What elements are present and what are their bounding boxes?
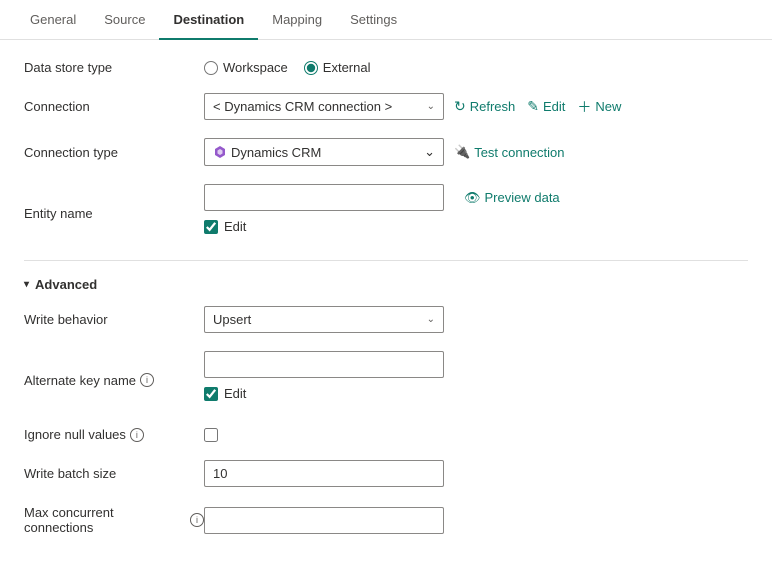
dynamics-crm-icon <box>213 145 227 159</box>
alternate-key-label: Alternate key name i <box>24 373 204 388</box>
test-connection-label: Test connection <box>474 145 564 160</box>
connection-controls: < Dynamics CRM connection > ⌄ ↻ Refresh … <box>204 93 748 120</box>
alternate-key-edit-checkbox[interactable] <box>204 387 218 401</box>
new-label: New <box>595 99 621 114</box>
test-connection-icon: 🔌 <box>454 144 470 160</box>
edit-icon: ✎ <box>527 98 539 115</box>
edit-label: Edit <box>543 99 565 114</box>
write-batch-size-input[interactable] <box>204 460 444 487</box>
ignore-null-row: Ignore null values i <box>24 427 748 442</box>
data-store-type-radio-group: Workspace External <box>204 60 371 75</box>
plus-icon: ＋ <box>577 97 591 117</box>
workspace-radio-item[interactable]: Workspace <box>204 60 288 75</box>
preview-data-label: Preview data <box>485 190 560 205</box>
entity-name-controls: 👁 Preview data Edit <box>204 184 748 242</box>
entity-name-input-row: 👁 Preview data <box>204 184 560 211</box>
connection-type-value: Dynamics CRM <box>231 145 321 160</box>
connection-type-controls: Dynamics CRM ⌄ 🔌 Test connection <box>204 138 748 166</box>
edit-connection-button[interactable]: ✎ Edit <box>527 98 565 115</box>
advanced-divider <box>24 260 748 261</box>
alternate-key-edit-row: Edit <box>204 386 246 401</box>
external-radio[interactable] <box>304 61 318 75</box>
data-store-type-label: Data store type <box>24 60 204 75</box>
alternate-key-edit-label: Edit <box>224 386 246 401</box>
max-concurrent-controls <box>204 507 748 534</box>
connection-type-row: Connection type Dynamics CRM ⌄ 🔌 Test co… <box>24 138 748 166</box>
advanced-section-header[interactable]: ▾ Advanced <box>24 277 748 292</box>
advanced-chevron-icon: ▾ <box>24 279 29 290</box>
alternate-key-row: Alternate key name i Edit <box>24 351 748 409</box>
tab-bar: General Source Destination Mapping Setti… <box>0 0 772 40</box>
ignore-null-info-icon[interactable]: i <box>130 428 144 442</box>
write-behavior-chevron-icon: ⌄ <box>427 314 435 325</box>
main-content: Data store type Workspace External Conne… <box>0 40 772 573</box>
write-behavior-value: Upsert <box>213 312 251 327</box>
tab-source[interactable]: Source <box>90 0 159 39</box>
connection-type-chevron-icon: ⌄ <box>424 144 435 160</box>
max-concurrent-label: Max concurrent connections i <box>24 505 204 535</box>
max-concurrent-info-icon[interactable]: i <box>190 513 204 527</box>
tab-general[interactable]: General <box>16 0 90 39</box>
entity-name-row: Entity name 👁 Preview data Edit <box>24 184 748 242</box>
write-behavior-row: Write behavior Upsert ⌄ <box>24 306 748 333</box>
alternate-key-controls: Edit <box>204 351 748 409</box>
refresh-label: Refresh <box>470 99 516 114</box>
ignore-null-controls <box>204 428 748 442</box>
entity-name-label: Entity name <box>24 206 204 221</box>
connection-chevron-icon: ⌄ <box>427 101 435 112</box>
entity-name-edit-row: Edit <box>204 219 246 234</box>
tab-mapping[interactable]: Mapping <box>258 0 336 39</box>
write-behavior-label: Write behavior <box>24 312 204 327</box>
entity-name-input[interactable] <box>204 184 444 211</box>
write-batch-size-row: Write batch size <box>24 460 748 487</box>
new-connection-button[interactable]: ＋ New <box>577 97 621 117</box>
data-store-type-row: Data store type Workspace External <box>24 60 748 75</box>
connection-row: Connection < Dynamics CRM connection > ⌄… <box>24 93 748 120</box>
alternate-key-info-icon[interactable]: i <box>140 373 154 387</box>
ignore-null-label: Ignore null values i <box>24 427 204 442</box>
workspace-radio[interactable] <box>204 61 218 75</box>
max-concurrent-row: Max concurrent connections i <box>24 505 748 535</box>
write-batch-size-controls <box>204 460 748 487</box>
connection-dropdown[interactable]: < Dynamics CRM connection > ⌄ <box>204 93 444 120</box>
tab-settings[interactable]: Settings <box>336 0 411 39</box>
connection-action-buttons: ↻ Refresh ✎ Edit ＋ New <box>454 97 621 117</box>
connection-type-value-wrapper: Dynamics CRM <box>213 145 321 160</box>
preview-data-icon: 👁 <box>464 190 481 206</box>
external-radio-item[interactable]: External <box>304 60 371 75</box>
write-behavior-dropdown[interactable]: Upsert ⌄ <box>204 306 444 333</box>
write-batch-size-label: Write batch size <box>24 466 204 481</box>
external-label: External <box>323 60 371 75</box>
connection-value: < Dynamics CRM connection > <box>213 99 392 114</box>
preview-data-button[interactable]: 👁 Preview data <box>464 190 560 206</box>
tab-destination[interactable]: Destination <box>159 0 258 39</box>
entity-name-edit-checkbox[interactable] <box>204 220 218 234</box>
test-connection-button[interactable]: 🔌 Test connection <box>454 144 565 160</box>
alternate-key-input[interactable] <box>204 351 444 378</box>
refresh-button[interactable]: ↻ Refresh <box>454 98 515 115</box>
max-concurrent-input[interactable] <box>204 507 444 534</box>
ignore-null-checkbox[interactable] <box>204 428 218 442</box>
data-store-type-controls: Workspace External <box>204 60 748 75</box>
connection-label: Connection <box>24 99 204 114</box>
connection-type-dropdown[interactable]: Dynamics CRM ⌄ <box>204 138 444 166</box>
connection-type-label: Connection type <box>24 145 204 160</box>
entity-name-edit-label: Edit <box>224 219 246 234</box>
write-behavior-controls: Upsert ⌄ <box>204 306 748 333</box>
advanced-label: Advanced <box>35 277 97 292</box>
refresh-icon: ↻ <box>454 98 466 115</box>
workspace-label: Workspace <box>223 60 288 75</box>
